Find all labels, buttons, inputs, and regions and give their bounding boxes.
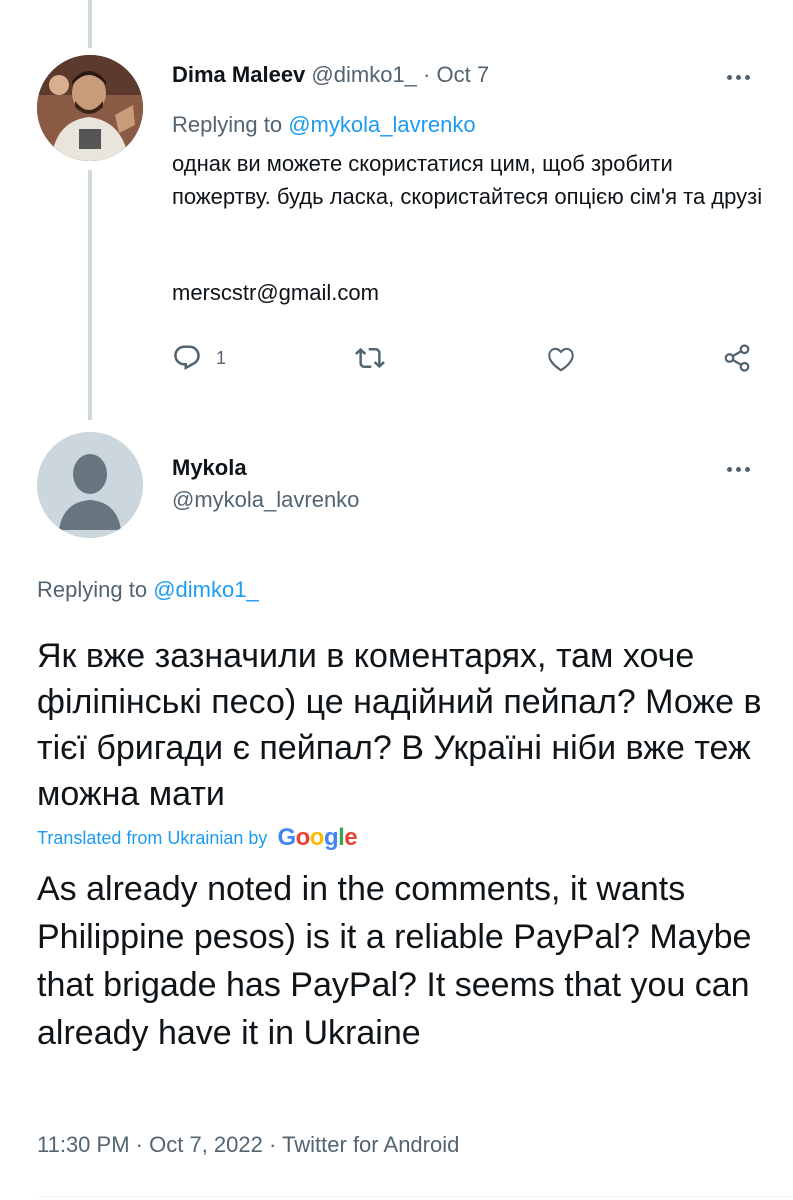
tweet-actions: 1 [0,342,793,374]
replying-prefix: Replying to [172,112,283,137]
tweet-metadata: 11:30 PM · Oct 7, 2022 · Twitter for And… [37,1132,459,1158]
avatar[interactable] [37,432,143,538]
tweet-header: Dima Maleev @dimko1_ · Oct 7 [172,62,489,88]
more-icon[interactable] [724,464,754,474]
thread-line [88,170,92,420]
share-button[interactable] [722,342,752,374]
tweet-time[interactable]: 11:30 PM [37,1132,130,1157]
replying-to: Replying to @mykola_lavrenko [172,112,476,138]
author-name[interactable]: Dima Maleev [172,62,305,87]
avatar[interactable] [37,55,143,161]
tweet-source[interactable]: Twitter for Android [282,1132,459,1157]
separator-dot: · [135,1132,143,1157]
tweet-text: Як вже зазначили в коментарях, там хоче … [37,637,762,813]
tweet-email: merscstr@gmail.com [172,280,379,305]
reply-button[interactable]: 1 [172,342,226,374]
google-logo: Google [277,824,358,851]
divider [37,1196,793,1197]
author-handle[interactable]: @mykola_lavrenko [172,487,359,513]
author-name[interactable]: Mykola [172,455,247,481]
retweet-icon [355,347,385,369]
tweet-date[interactable]: Oct 7 [437,62,490,87]
author-handle[interactable]: @dimko1_ [311,62,417,87]
thread-line [88,0,92,48]
separator-dot: · [269,1132,277,1157]
more-icon[interactable] [724,72,754,82]
default-avatar-icon [37,432,143,538]
like-button[interactable] [546,342,576,374]
translation-attribution[interactable]: Translated from Ukrainian by Google [37,824,358,852]
retweet-button[interactable] [355,342,385,374]
like-icon [548,347,574,372]
translated-label: Translated from Ukrainian by [37,827,268,848]
replying-handle-link[interactable]: @dimko1_ [153,577,259,602]
reply-count: 1 [216,347,227,368]
replying-handle-link[interactable]: @mykola_lavrenko [288,112,475,137]
replying-prefix: Replying to [37,577,148,602]
separator-dot: · [423,62,431,87]
reply-icon [174,345,200,370]
replying-to: Replying to @dimko1_ [37,577,259,603]
share-icon [724,344,750,372]
tweet-full-date[interactable]: Oct 7, 2022 [149,1132,263,1157]
tweet-translation: As already noted in the comments, it wan… [37,870,752,1052]
tweet-text: однак ви можете скористатися цим, щоб зр… [172,151,763,209]
